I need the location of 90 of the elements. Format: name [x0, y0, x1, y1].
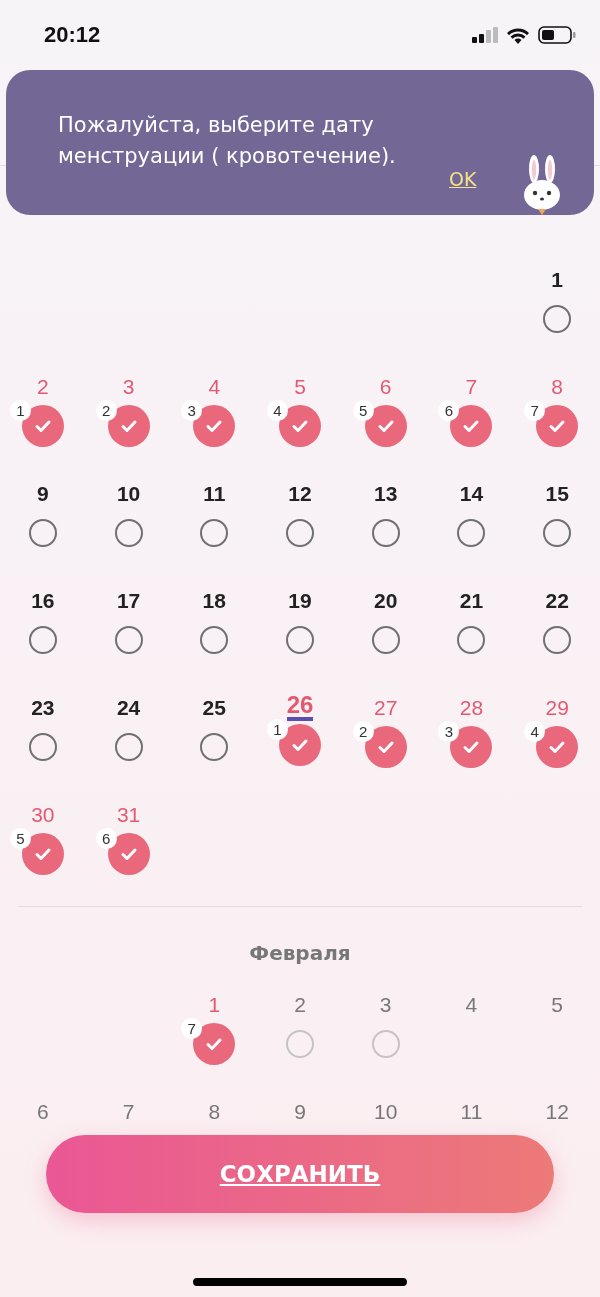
day-checkbox[interactable]: [371, 1030, 400, 1058]
order-badge: 1: [267, 719, 288, 740]
day-number[interactable]: 11: [460, 1097, 483, 1127]
day-checkbox[interactable]: [543, 305, 572, 333]
day-number[interactable]: 15: [545, 479, 569, 509]
day-number[interactable]: 5: [551, 990, 563, 1020]
day-number[interactable]: 17: [116, 586, 141, 616]
day-checkbox[interactable]: [286, 626, 314, 654]
day-number[interactable]: 4: [465, 990, 478, 1020]
day-number[interactable]: 26: [286, 693, 314, 721]
day-number[interactable]: 29: [545, 693, 569, 723]
day-checkbox[interactable]: [200, 519, 229, 547]
day-checkbox[interactable]: [543, 519, 572, 547]
order-badge: 4: [524, 721, 546, 742]
day-number[interactable]: 11: [203, 479, 226, 509]
day-number[interactable]: 16: [31, 586, 55, 616]
save-button[interactable]: СОХРАНИТЬ: [46, 1135, 554, 1213]
order-badge: 3: [438, 721, 460, 742]
day-checkbox[interactable]: [114, 626, 143, 654]
day-number[interactable]: 21: [459, 586, 484, 616]
day-number[interactable]: 27: [374, 693, 398, 723]
day-number[interactable]: 2: [37, 372, 49, 402]
day-number[interactable]: 3: [379, 990, 392, 1020]
order-badge: 2: [95, 400, 117, 421]
day-checkbox[interactable]: [28, 519, 57, 547]
day-number[interactable]: 31: [116, 800, 141, 830]
day-number[interactable]: 3: [122, 372, 135, 402]
day-checkbox[interactable]: [114, 519, 143, 547]
order-badge: 5: [352, 400, 374, 421]
order-badge: 7: [524, 400, 546, 421]
day-number[interactable]: 28: [459, 693, 484, 723]
ok-link[interactable]: OK: [449, 168, 477, 190]
day-number[interactable]: 4: [208, 372, 221, 402]
day-checkbox[interactable]: [28, 626, 57, 654]
order-badge: 6: [95, 828, 117, 849]
wifi-icon: [506, 26, 530, 44]
day-checkbox[interactable]: [286, 519, 314, 547]
day-checkbox[interactable]: [200, 626, 229, 654]
day-checkbox[interactable]: [457, 519, 486, 547]
day-number[interactable]: 14: [459, 479, 484, 509]
day-number[interactable]: 18: [202, 586, 226, 616]
day-checkbox[interactable]: [286, 1030, 314, 1058]
day-number[interactable]: 24: [116, 693, 141, 723]
day-number[interactable]: 2: [294, 990, 306, 1020]
day-number[interactable]: 7: [465, 372, 478, 402]
day-number[interactable]: 30: [31, 800, 55, 830]
checked-day-circle[interactable]: [279, 724, 321, 766]
day-number[interactable]: 6: [37, 1097, 49, 1127]
day-number[interactable]: 9: [294, 1097, 306, 1127]
day-number[interactable]: 10: [116, 479, 141, 509]
day-number[interactable]: 1: [551, 265, 563, 295]
day-number[interactable]: 8: [208, 1097, 221, 1127]
day-number[interactable]: 5: [294, 372, 306, 402]
order-badge: 2: [352, 721, 374, 742]
day-checkbox[interactable]: [28, 733, 57, 761]
battery-icon: [538, 26, 576, 44]
day-number[interactable]: 23: [31, 693, 55, 723]
status-time: 20:12: [44, 22, 101, 48]
day-number[interactable]: 22: [545, 586, 569, 616]
day-number[interactable]: 7: [122, 1097, 135, 1127]
order-badge: 4: [267, 400, 288, 421]
order-badge: 3: [181, 400, 203, 421]
checked-day-circle[interactable]: [536, 405, 579, 447]
checked-day-circle[interactable]: [193, 405, 236, 447]
day-number[interactable]: 9: [37, 479, 49, 509]
order-badge: 5: [9, 828, 31, 849]
checked-day-circle[interactable]: [193, 1023, 236, 1065]
day-number[interactable]: 13: [374, 479, 398, 509]
day-checkbox[interactable]: [200, 733, 229, 761]
day-number[interactable]: 10: [374, 1097, 398, 1127]
order-badge: 1: [9, 400, 31, 421]
notice-message: Пожалуйста, выберите дату менструации ( кровотечение).: [58, 112, 397, 170]
day-number[interactable]: 6: [379, 372, 392, 402]
day-number[interactable]: 20: [374, 586, 398, 616]
day-number[interactable]: 19: [288, 586, 312, 616]
month-title: Февраля: [248, 940, 352, 967]
day-checkbox[interactable]: [371, 519, 400, 547]
signal-icon: [472, 27, 498, 43]
day-checkbox[interactable]: [457, 626, 486, 654]
day-number[interactable]: 12: [545, 1097, 569, 1127]
day-number[interactable]: 1: [208, 990, 221, 1020]
day-number[interactable]: 8: [551, 372, 563, 402]
day-number[interactable]: 25: [202, 693, 226, 723]
bunny-icon: [522, 155, 562, 215]
day-checkbox[interactable]: [543, 626, 572, 654]
day-number[interactable]: 12: [288, 479, 312, 509]
day-checkbox[interactable]: [114, 733, 143, 761]
day-checkbox[interactable]: [371, 626, 400, 654]
order-badge: 6: [438, 400, 460, 421]
order-badge: 7: [181, 1018, 203, 1039]
